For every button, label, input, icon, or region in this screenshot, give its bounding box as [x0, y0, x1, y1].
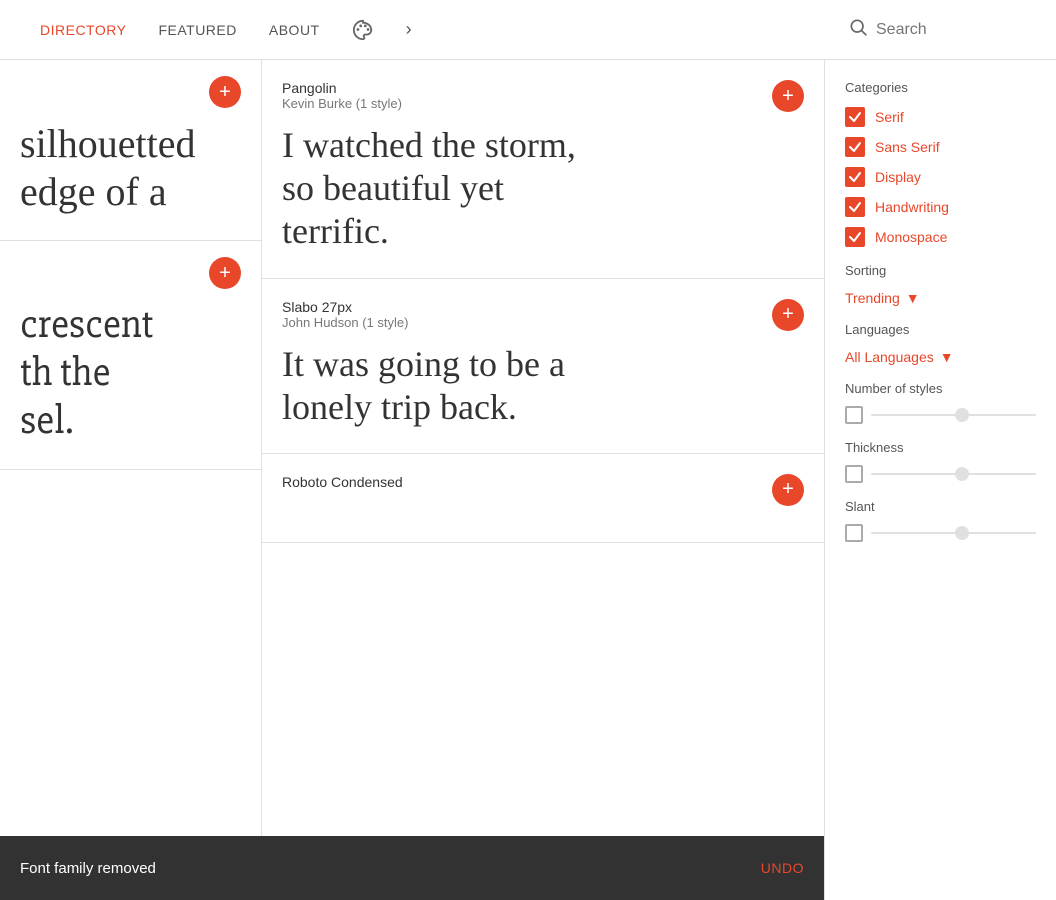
font-name-slabo: Slabo 27px [282, 299, 408, 315]
thickness-thumb[interactable] [955, 467, 969, 481]
num-styles-track[interactable] [871, 414, 1036, 416]
add-font-button-left-bottom[interactable]: + [209, 257, 241, 289]
thickness-section: Thickness [845, 440, 1036, 483]
checkbox-icon-sansserif [845, 137, 865, 157]
checkbox-label-handwriting: Handwriting [875, 199, 949, 215]
sorting-dropdown[interactable]: Trending ▼ [845, 290, 1036, 306]
checkbox-serif[interactable]: Serif [845, 107, 1036, 127]
sorting-value: Trending [845, 290, 900, 306]
slant-section: Slant [845, 499, 1036, 542]
checkbox-display[interactable]: Display [845, 167, 1036, 187]
search-icon[interactable] [848, 17, 868, 43]
font-preview-pangolin: I watched the storm, so beautiful yet te… [282, 124, 804, 254]
slant-thumb[interactable] [955, 526, 969, 540]
right-column: Pangolin Kevin Burke (1 style) + I watch… [262, 60, 824, 900]
languages-value: All Languages [845, 349, 934, 365]
checkbox-icon-handwriting [845, 197, 865, 217]
font-card-slabo: Slabo 27px John Hudson (1 style) + It wa… [262, 279, 824, 454]
checkbox-label-sansserif: Sans Serif [875, 139, 940, 155]
thickness-title: Thickness [845, 440, 1036, 455]
font-name-pangolin: Pangolin [282, 80, 402, 96]
snackbar: Font family removed UNDO [0, 836, 824, 900]
checkbox-monospace[interactable]: Monospace [845, 227, 1036, 247]
languages-dropdown[interactable]: All Languages ▼ [845, 349, 1036, 365]
categories-title: Categories [845, 80, 1036, 95]
left-column: + silhouetted edge of a + crescent th th… [0, 60, 262, 900]
left-card-bottom: + crescent th the sel. [0, 241, 261, 470]
sorting-arrow-icon: ▼ [906, 290, 920, 306]
checkbox-label-monospace: Monospace [875, 229, 947, 245]
checkbox-sansserif[interactable]: Sans Serif [845, 137, 1036, 157]
sorting-title: Sorting [845, 263, 1036, 278]
nav-about[interactable]: ABOUT [269, 22, 320, 38]
sidebar: Categories Serif Sans Serif Display Hand… [824, 60, 1056, 900]
num-styles-checkbox[interactable] [845, 406, 863, 424]
nav-more-icon[interactable]: › [406, 19, 412, 40]
checkbox-icon-serif [845, 107, 865, 127]
checkbox-icon-display [845, 167, 865, 187]
nav-featured[interactable]: FEATURED [158, 22, 236, 38]
snackbar-text: Font family removed [20, 860, 745, 877]
checkbox-handwriting[interactable]: Handwriting [845, 197, 1036, 217]
slant-track[interactable] [871, 532, 1036, 534]
num-styles-section: Number of styles [845, 381, 1036, 424]
font-card-roboto: Roboto Condensed + [262, 454, 824, 543]
left-preview-bottom: crescent th the sel. [20, 301, 241, 445]
app-header: DIRECTORY FEATURED ABOUT › [0, 0, 1056, 60]
num-styles-thumb[interactable] [955, 408, 969, 422]
slant-slider-row [845, 524, 1036, 542]
thickness-checkbox[interactable] [845, 465, 863, 483]
font-author-slabo: John Hudson (1 style) [282, 315, 408, 330]
add-button-roboto[interactable]: + [772, 474, 804, 506]
content-area: + silhouetted edge of a + crescent th th… [0, 60, 824, 900]
add-button-slabo[interactable]: + [772, 299, 804, 331]
slant-title: Slant [845, 499, 1036, 514]
num-styles-title: Number of styles [845, 381, 1036, 396]
nav-palette-icon[interactable] [352, 19, 374, 41]
snackbar-undo-button[interactable]: UNDO [761, 860, 804, 876]
main-layout: + silhouetted edge of a + crescent th th… [0, 60, 1056, 900]
left-card-top: + silhouetted edge of a [0, 60, 261, 241]
checkbox-icon-monospace [845, 227, 865, 247]
languages-title: Languages [845, 322, 1036, 337]
search-area [848, 17, 1036, 43]
thickness-slider-row [845, 465, 1036, 483]
search-input[interactable] [876, 21, 1036, 39]
checkbox-label-display: Display [875, 169, 921, 185]
checkbox-label-serif: Serif [875, 109, 904, 125]
add-font-button-left-top[interactable]: + [209, 76, 241, 108]
num-styles-slider-row [845, 406, 1036, 424]
languages-arrow-icon: ▼ [940, 349, 954, 365]
font-card-pangolin: Pangolin Kevin Burke (1 style) + I watch… [262, 60, 824, 279]
font-author-pangolin: Kevin Burke (1 style) [282, 96, 402, 111]
nav-directory[interactable]: DIRECTORY [40, 22, 126, 38]
font-name-roboto: Roboto Condensed [282, 474, 403, 490]
left-preview-top: silhouetted edge of a [20, 120, 241, 216]
main-nav: DIRECTORY FEATURED ABOUT › [40, 19, 412, 41]
slant-checkbox[interactable] [845, 524, 863, 542]
font-preview-slabo: It was going to be a lonely trip back. [282, 343, 804, 429]
thickness-track[interactable] [871, 473, 1036, 475]
add-button-pangolin[interactable]: + [772, 80, 804, 112]
